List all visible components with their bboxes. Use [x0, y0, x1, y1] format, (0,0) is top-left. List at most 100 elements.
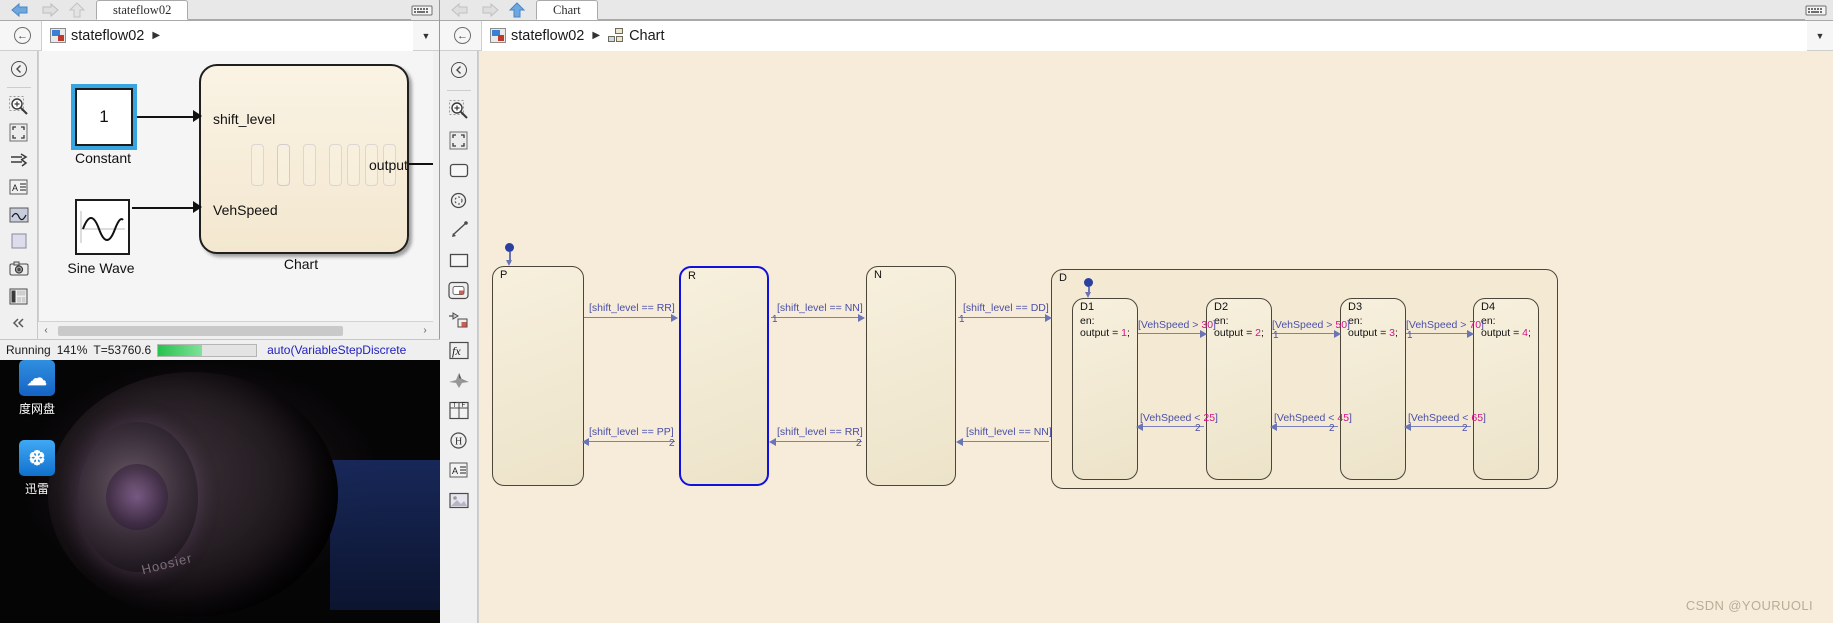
- breadcrumb-root-label[interactable]: stateflow02: [511, 28, 584, 44]
- zoom-in-icon[interactable]: [6, 94, 32, 117]
- desktop-icon-label: 度网盘: [18, 402, 55, 416]
- status-running-label: Running: [6, 343, 51, 357]
- stateflow-canvas[interactable]: P R N D D1 en: output = 1; D2 en: output…: [478, 51, 1833, 623]
- annotation-icon[interactable]: A: [446, 457, 472, 483]
- forward-arrow-icon[interactable]: [478, 2, 500, 18]
- sine-wave-block-label: Sine Wave: [67, 260, 135, 276]
- fit-to-view-icon[interactable]: [6, 121, 32, 144]
- annotation-icon[interactable]: A: [6, 176, 32, 199]
- port-arrow-icon: [193, 110, 202, 122]
- tab-stateflow02[interactable]: stateflow02: [96, 0, 189, 20]
- simulink-model-icon: [490, 28, 506, 43]
- desktop-icon-baidu-netdisk[interactable]: ☁ 度网盘: [0, 360, 74, 417]
- fit-to-view-icon[interactable]: [446, 127, 472, 153]
- up-arrow-icon[interactable]: [506, 2, 528, 18]
- scroll-right-arrow-icon[interactable]: ›: [417, 323, 433, 339]
- baidu-netdisk-icon: ☁: [19, 360, 55, 396]
- graphical-function-icon[interactable]: [446, 277, 472, 303]
- constant-block[interactable]: 1: [71, 84, 137, 150]
- transition-line[interactable]: [773, 441, 862, 443]
- solver-label[interactable]: auto(VariableStepDiscrete: [257, 343, 406, 357]
- transition-label-r-n: [shift_level == NN]: [777, 302, 863, 314]
- back-arrow-icon[interactable]: [450, 2, 472, 18]
- subsystem-rect-icon[interactable]: [6, 230, 32, 253]
- history-h-icon[interactable]: H: [446, 427, 472, 453]
- state-D1[interactable]: D1 en: output = 1;: [1072, 298, 1138, 480]
- desktop-icon-xunlei[interactable]: ❆ 迅雷: [0, 440, 74, 497]
- state-name-label: D2: [1214, 301, 1229, 313]
- transition-line[interactable]: [1138, 333, 1202, 335]
- stateflow-chart-window: Chart ← stateflow02 ▶ Chart ▼ fx T F H A…: [440, 0, 1833, 623]
- matlab-function-fx-icon[interactable]: fx: [446, 337, 472, 363]
- simulink-function-icon[interactable]: [446, 307, 472, 333]
- state-P[interactable]: P: [492, 266, 584, 486]
- state-rect-icon[interactable]: [446, 157, 472, 183]
- back-arrow-icon[interactable]: [10, 2, 32, 18]
- scrollbar-thumb[interactable]: [58, 325, 343, 336]
- state-N[interactable]: N: [866, 266, 956, 486]
- box-icon[interactable]: [446, 247, 472, 273]
- simulation-progress-bar: [157, 343, 258, 357]
- transition-arrow-icon: [1200, 330, 1207, 338]
- stateflow-toolbar: fx TF H A: [440, 51, 478, 623]
- transition-label-d4-d3: [VehSpeed < 65]: [1408, 412, 1486, 424]
- collapse-icon[interactable]: [6, 312, 32, 335]
- transition-line[interactable]: [771, 317, 860, 319]
- canvas-horizontal-scrollbar[interactable]: ‹ ›: [38, 321, 433, 339]
- zoom-level-label[interactable]: 141%: [51, 343, 88, 357]
- scroll-left-arrow-icon[interactable]: ‹: [38, 323, 54, 339]
- transition-order: 2: [669, 438, 675, 449]
- chevron-down-icon[interactable]: ▼: [413, 31, 439, 41]
- transition-line[interactable]: [960, 441, 1049, 443]
- keyboard-icon[interactable]: [411, 3, 433, 17]
- output-value: 2: [1255, 327, 1262, 339]
- matlab-logo-icon[interactable]: [446, 367, 472, 393]
- layout-icon[interactable]: [6, 285, 32, 308]
- right-nav-buttons: [440, 2, 536, 20]
- breadcrumb-back-button[interactable]: ←: [454, 27, 471, 44]
- state-D[interactable]: D D1 en: output = 1; D2 en: output = 2;: [1051, 269, 1558, 489]
- truth-table-icon[interactable]: TF: [446, 397, 472, 423]
- transition-label-n-r: [shift_level == RR]: [777, 426, 863, 438]
- state-action-text: en: output = 1;: [1080, 315, 1130, 339]
- transition-line[interactable]: [1272, 333, 1336, 335]
- scrollbar-track[interactable]: [54, 324, 417, 337]
- transition-line[interactable]: [1406, 333, 1469, 335]
- state-name-label: R: [688, 270, 696, 282]
- history-junction-icon[interactable]: [446, 187, 472, 213]
- breadcrumb-separator-icon: ▶: [592, 30, 601, 41]
- breadcrumb-back-button[interactable]: ←: [14, 27, 31, 44]
- zoom-in-icon[interactable]: [446, 97, 472, 123]
- simulink-model-icon: [50, 28, 66, 43]
- signal-routing-icon[interactable]: [6, 149, 32, 172]
- chart-input-shift-level: shift_level: [213, 111, 276, 127]
- state-action-text: en: output = 2;: [1214, 315, 1264, 339]
- sine-wave-block[interactable]: [75, 199, 130, 255]
- default-transition-icon[interactable]: [446, 217, 472, 243]
- xunlei-icon: ❆: [19, 440, 55, 476]
- keyboard-icon[interactable]: [1805, 3, 1827, 17]
- left-tab-strip: stateflow02: [0, 0, 439, 21]
- tab-chart[interactable]: Chart: [536, 0, 598, 20]
- svg-text:F: F: [461, 403, 465, 409]
- transition-line[interactable]: [584, 317, 673, 319]
- transition-line[interactable]: [958, 317, 1047, 319]
- image-icon[interactable]: [446, 487, 472, 513]
- transition-line[interactable]: [586, 441, 675, 443]
- wire-constant-to-chart: [137, 116, 195, 118]
- state-R[interactable]: R: [679, 266, 769, 486]
- breadcrumb-leaf-label[interactable]: Chart: [629, 28, 664, 44]
- camera-icon[interactable]: [6, 257, 32, 280]
- navigate-back-icon[interactable]: [446, 57, 472, 83]
- simulation-status-bar: Running 141% T=53760.6 auto(VariableStep…: [0, 339, 440, 360]
- chevron-down-icon[interactable]: ▼: [1807, 31, 1833, 41]
- transition-arrow-icon: [1270, 423, 1277, 431]
- screen-root: Hoosier ☁ 度网盘 ❆ 迅雷 stateflow02 ← statefl…: [0, 0, 1833, 623]
- breadcrumb-root-label[interactable]: stateflow02: [71, 28, 144, 44]
- transition-label-d-n: [shift_level == NN]: [966, 426, 1052, 438]
- forward-arrow-icon[interactable]: [38, 2, 60, 18]
- simulink-canvas[interactable]: 1 Constant Sine Wave shift_level VehSpee…: [38, 51, 433, 321]
- scope-icon[interactable]: [6, 203, 32, 226]
- up-arrow-icon[interactable]: [66, 2, 88, 18]
- navigate-back-icon[interactable]: [6, 57, 32, 80]
